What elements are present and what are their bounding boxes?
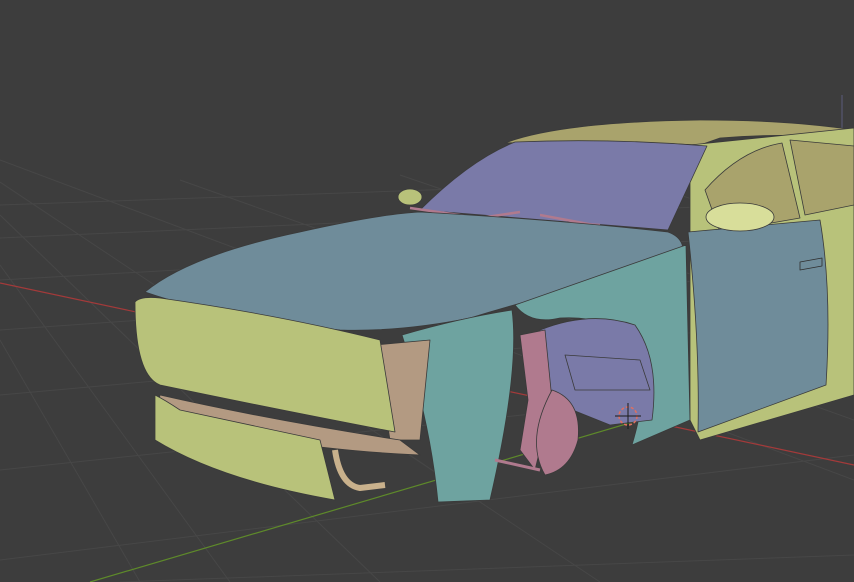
- side-mirror[interactable]: [705, 202, 775, 232]
- exhaust-pipe[interactable]: [332, 449, 386, 491]
- brake-caliper[interactable]: [564, 354, 651, 391]
- car-body-model[interactable]: [134, 119, 854, 503]
- left-mirror[interactable]: [397, 188, 423, 206]
- viewport-canvas[interactable]: [0, 0, 854, 582]
- 3d-viewport[interactable]: [0, 0, 854, 582]
